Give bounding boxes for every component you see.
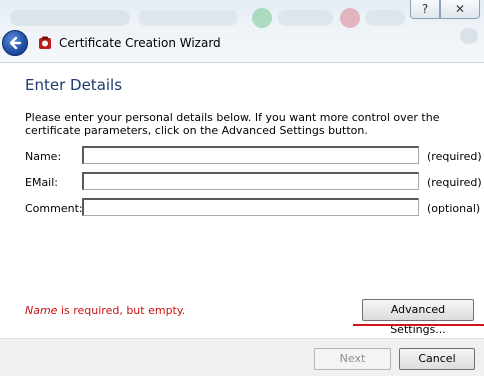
help-button[interactable]: ? xyxy=(410,0,440,19)
background-blur xyxy=(138,10,238,26)
cancel-button[interactable]: Cancel xyxy=(399,348,475,370)
back-arrow-icon xyxy=(9,36,22,50)
close-button[interactable]: ✕ xyxy=(440,0,480,19)
help-icon: ? xyxy=(421,2,429,16)
email-label: EMail: xyxy=(25,176,58,189)
comment-hint: (optional) xyxy=(427,202,481,215)
name-hint: (required) xyxy=(427,150,482,163)
error-message: is required, but empty. xyxy=(57,304,186,317)
advanced-settings-button[interactable]: Advanced Settings... xyxy=(362,299,474,336)
email-field[interactable] xyxy=(82,172,419,190)
background-blur xyxy=(278,10,333,26)
page-title: Enter Details xyxy=(25,76,123,94)
background-blur xyxy=(252,8,272,28)
validation-error: Name is required, but empty. xyxy=(25,304,185,317)
instructions-text: Please enter your personal details below… xyxy=(25,111,440,137)
background-blur xyxy=(460,28,478,44)
highlight-underline xyxy=(353,324,484,326)
email-hint: (required) xyxy=(427,176,482,189)
next-button[interactable]: Next xyxy=(314,348,391,370)
comment-label: Comment: xyxy=(25,202,83,215)
name-label: Name: xyxy=(25,150,62,163)
background-blur xyxy=(340,8,360,28)
name-field[interactable] xyxy=(82,146,419,164)
background-blur xyxy=(10,10,130,26)
comment-field[interactable] xyxy=(82,198,419,216)
back-button[interactable] xyxy=(2,30,28,56)
window-title: Certificate Creation Wizard xyxy=(59,36,221,50)
error-field-name: Name xyxy=(25,304,58,317)
app-icon xyxy=(39,36,51,49)
background-blur xyxy=(365,10,405,26)
close-icon: ✕ xyxy=(454,2,466,16)
header-divider xyxy=(0,62,484,63)
